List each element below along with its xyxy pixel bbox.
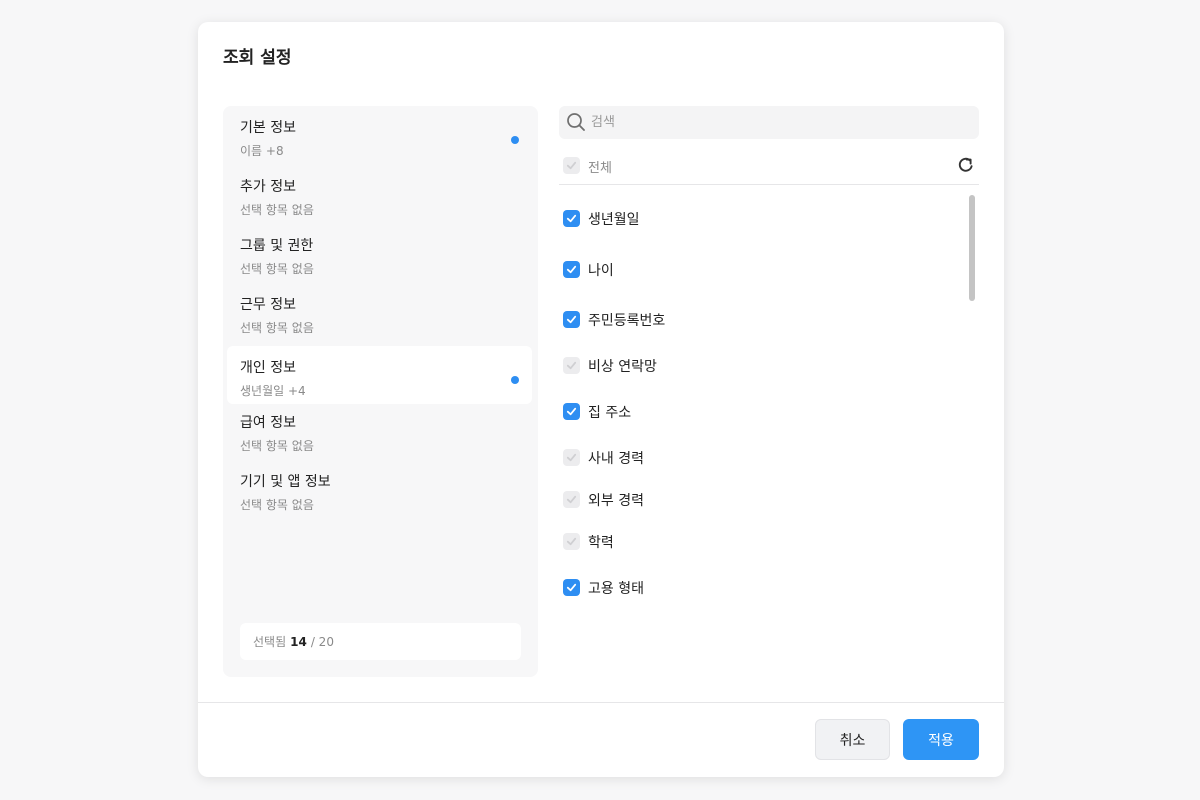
footer-divider [198,702,1004,703]
selected-count: 14 [290,634,307,649]
category-summary: 선택 항목 없음 [240,498,314,512]
field-checkbox[interactable] [563,261,580,278]
selection-dot-indicator [511,376,519,384]
category-label: 근무 정보 [240,297,296,313]
category-panel: 기본 정보 이름 +8 추가 정보 선택 항목 없음 그룹 및 권한 선택 항목… [223,106,538,677]
select-all-label: 전체 [588,161,612,176]
field-checkbox[interactable] [563,533,580,550]
field-checkbox[interactable] [563,357,580,374]
field-checkbox[interactable] [563,210,580,227]
category-label: 기기 및 앱 정보 [240,474,331,490]
category-summary: 선택 항목 없음 [240,439,314,453]
field-row-external-career[interactable]: 외부 경력 [559,488,959,512]
category-item-device-app-info[interactable]: 기기 및 앱 정보 선택 항목 없음 [227,460,532,518]
selected-total: / 20 [310,634,334,649]
field-label: 고용 형태 [588,581,644,597]
refresh-icon[interactable] [956,155,976,175]
field-label: 생년월일 [588,212,640,228]
field-label: 주민등록번호 [588,313,666,329]
field-checkbox[interactable] [563,579,580,596]
category-item-personal-info[interactable]: 개인 정보 생년월일 +4 [227,346,532,404]
category-item-work-info[interactable]: 근무 정보 선택 항목 없음 [227,283,532,341]
scrollbar-thumb[interactable] [969,195,975,301]
selected-prefix: 선택됨 [253,635,287,649]
select-all-row: 전체 [559,150,979,185]
category-item-additional-info[interactable]: 추가 정보 선택 항목 없음 [227,165,532,223]
field-row-emergency-contact[interactable]: 비상 연락망 [559,354,959,378]
apply-button[interactable]: 적용 [903,719,979,760]
field-row-resident-number[interactable]: 주민등록번호 [559,308,959,332]
category-label: 그룹 및 권한 [240,238,314,254]
category-summary: 선택 항목 없음 [240,203,314,217]
category-label: 추가 정보 [240,179,296,195]
dialog-title: 조회 설정 [223,48,292,68]
field-label: 비상 연락망 [588,359,657,375]
search-icon [566,112,586,132]
field-label: 사내 경력 [588,451,644,467]
category-summary: 생년월일 +4 [240,384,306,398]
search-input[interactable] [591,106,961,139]
field-row-birthdate[interactable]: 생년월일 [559,207,959,231]
field-checkbox[interactable] [563,491,580,508]
selected-count-summary: 선택됨 14 / 20 [240,623,521,660]
category-label: 기본 정보 [240,120,296,136]
category-item-basic-info[interactable]: 기본 정보 이름 +8 [227,106,532,164]
search-box [559,106,979,139]
field-label: 외부 경력 [588,493,644,509]
category-item-groups-permissions[interactable]: 그룹 및 권한 선택 항목 없음 [227,224,532,282]
field-list-scrollbar[interactable] [969,195,975,605]
field-row-internal-career[interactable]: 사내 경력 [559,446,959,470]
field-label: 학력 [588,535,614,551]
category-summary: 선택 항목 없음 [240,262,314,276]
field-row-home-address[interactable]: 집 주소 [559,400,959,424]
field-checkbox[interactable] [563,449,580,466]
field-label: 나이 [588,263,614,279]
field-label: 집 주소 [588,405,632,421]
category-summary: 선택 항목 없음 [240,321,314,335]
cancel-button[interactable]: 취소 [815,719,890,760]
view-settings-dialog: 조회 설정 기본 정보 이름 +8 추가 정보 선택 항목 없음 그룹 및 권한… [198,22,1004,777]
category-item-payroll-info[interactable]: 급여 정보 선택 항목 없음 [227,401,532,459]
field-checkbox[interactable] [563,311,580,328]
category-label: 개인 정보 [240,360,296,376]
selection-dot-indicator [511,136,519,144]
select-all-checkbox[interactable] [563,157,580,174]
category-label: 급여 정보 [240,415,296,431]
category-summary: 이름 +8 [240,144,284,158]
field-checkbox[interactable] [563,403,580,420]
field-row-employment-type[interactable]: 고용 형태 [559,576,959,600]
field-row-age[interactable]: 나이 [559,258,959,282]
field-row-education[interactable]: 학력 [559,530,959,554]
